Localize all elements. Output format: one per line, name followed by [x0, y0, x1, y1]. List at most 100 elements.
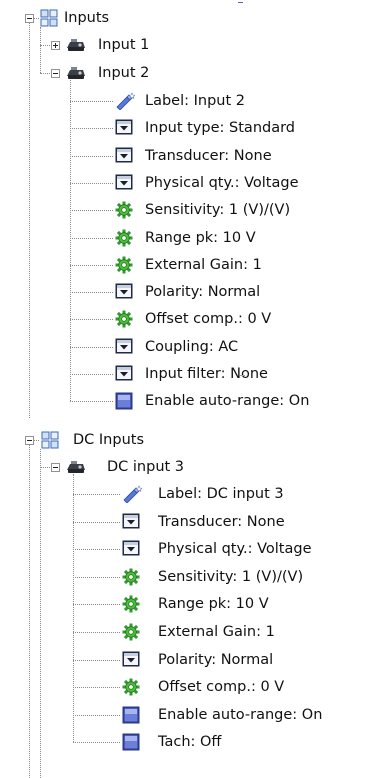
tree-guide-line — [73, 742, 120, 744]
value-gear-icon — [122, 623, 140, 641]
value-gear-icon — [115, 310, 133, 328]
property-item[interactable]: Offset comp.: 0 V — [158, 678, 284, 696]
tree-guide-line — [73, 659, 120, 661]
channel-icon — [66, 65, 86, 81]
channel-label-input-2[interactable]: Input 2 — [98, 64, 149, 82]
expander-minus-bar — [53, 467, 58, 468]
property-item[interactable]: Polarity: Normal — [158, 651, 273, 669]
dropdown-icon — [115, 338, 133, 356]
dropdown-icon — [115, 147, 133, 165]
expander-minus-bar — [27, 440, 32, 441]
tree-guide-line — [73, 714, 120, 716]
property-item[interactable]: Input filter: None — [145, 365, 268, 383]
expander-input-2[interactable] — [51, 69, 60, 78]
tree-guide-line — [29, 18, 30, 418]
tree-guide-line — [73, 604, 120, 606]
tree-guide-line — [40, 27, 41, 73]
value-gear-icon — [115, 256, 133, 274]
value-gear-icon-svg — [115, 201, 133, 219]
property-item[interactable]: Transducer: None — [145, 147, 272, 165]
property-item[interactable]: Physical qty.: Voltage — [145, 174, 299, 192]
value-gear-icon-svg — [115, 310, 133, 328]
tree-guide-line — [70, 210, 113, 212]
dropdown-icon — [122, 540, 140, 558]
tree-guide-line — [40, 73, 50, 74]
tree-guide-line — [40, 467, 50, 468]
toggle-icon — [122, 733, 140, 751]
panel-edge-mark — [238, 2, 243, 3]
tree-guide-line — [70, 237, 113, 239]
dropdown-icon — [122, 513, 140, 531]
dropdown-icon-svg — [122, 651, 140, 667]
value-gear-icon-svg — [122, 568, 140, 586]
tree-guide-line — [70, 128, 113, 130]
group-label-inputs[interactable]: Inputs — [64, 9, 109, 27]
panel-edge-mark — [240, 375, 245, 376]
property-item[interactable]: Range pk: 10 V — [158, 595, 269, 613]
tree-guide-line — [40, 449, 41, 778]
property-item[interactable]: Sensitivity: 1 (V)/(V) — [145, 201, 290, 219]
dropdown-icon-svg — [122, 513, 140, 529]
dropdown-icon-svg — [115, 338, 133, 354]
dropdown-icon — [115, 283, 133, 301]
channel-label-dc-input-3[interactable]: DC input 3 — [107, 458, 184, 476]
tree-guide-line — [70, 346, 113, 348]
tree-guide-line — [73, 494, 120, 495]
property-item[interactable]: Label: Input 2 — [145, 92, 245, 110]
property-item[interactable]: Coupling: AC — [145, 338, 238, 356]
toggle-icon-svg — [122, 706, 140, 724]
group-grid-icon-svg — [41, 431, 59, 449]
label-edit-icon — [115, 92, 135, 110]
channel-icon-svg — [67, 461, 85, 473]
toggle-icon — [122, 706, 140, 724]
property-item[interactable]: Transducer: None — [158, 513, 285, 531]
tree-guide-line — [70, 292, 113, 294]
tree-guide-line — [73, 474, 74, 743]
property-item[interactable]: Offset comp.: 0 V — [145, 310, 271, 328]
tree-guide-line — [73, 632, 120, 633]
dropdown-icon-svg — [115, 174, 133, 190]
property-item[interactable]: Range pk: 10 V — [145, 229, 256, 247]
expander-inputs[interactable] — [25, 14, 34, 23]
tree-guide-line — [70, 264, 113, 266]
value-gear-icon-svg — [122, 623, 140, 641]
dropdown-icon — [122, 651, 140, 669]
tree-guide-line — [73, 549, 120, 551]
property-item[interactable]: Input type: Standard — [145, 119, 295, 137]
property-item[interactable]: Sensitivity: 1 (V)/(V) — [158, 568, 303, 586]
tree-guide-line — [70, 401, 113, 403]
dropdown-icon-svg — [115, 283, 133, 299]
dropdown-icon-svg — [115, 119, 133, 135]
property-item[interactable]: Enable auto-range: On — [145, 392, 309, 410]
expander-dc-input-3[interactable] — [51, 463, 60, 472]
group-label-dc-inputs[interactable]: DC Inputs — [73, 431, 144, 449]
label-edit-icon-svg — [123, 485, 142, 503]
expander-input-1[interactable] — [51, 41, 60, 50]
expander-minus-bar — [53, 73, 58, 74]
property-item[interactable]: Physical qty.: Voltage — [158, 540, 312, 558]
property-item[interactable]: Enable auto-range: On — [158, 706, 322, 724]
expander-dc-inputs[interactable] — [25, 436, 34, 445]
group-grid-icon — [40, 9, 58, 27]
value-gear-icon — [115, 229, 133, 247]
property-item[interactable]: Tach: Off — [158, 733, 221, 751]
value-gear-icon-svg — [115, 256, 133, 274]
channel-label-input-1[interactable]: Input 1 — [98, 36, 149, 54]
dropdown-icon-svg — [115, 147, 133, 163]
tree-guide-line — [73, 521, 120, 523]
property-item[interactable]: External Gain: 1 — [158, 623, 275, 641]
value-gear-icon — [122, 595, 140, 613]
tree-guide-line — [73, 576, 120, 578]
dropdown-icon — [115, 174, 133, 192]
dropdown-icon — [115, 365, 133, 383]
channel-icon — [66, 37, 86, 53]
value-gear-icon-svg — [122, 678, 140, 696]
property-item[interactable]: Label: DC input 3 — [158, 485, 284, 503]
dropdown-icon-svg — [115, 365, 133, 381]
dropdown-icon — [115, 119, 133, 137]
property-item[interactable]: Polarity: Normal — [145, 283, 260, 301]
tree-guide-line — [73, 687, 120, 689]
tree-guide-line — [70, 319, 113, 321]
toggle-icon-svg — [115, 392, 133, 410]
property-item[interactable]: External Gain: 1 — [145, 256, 262, 274]
